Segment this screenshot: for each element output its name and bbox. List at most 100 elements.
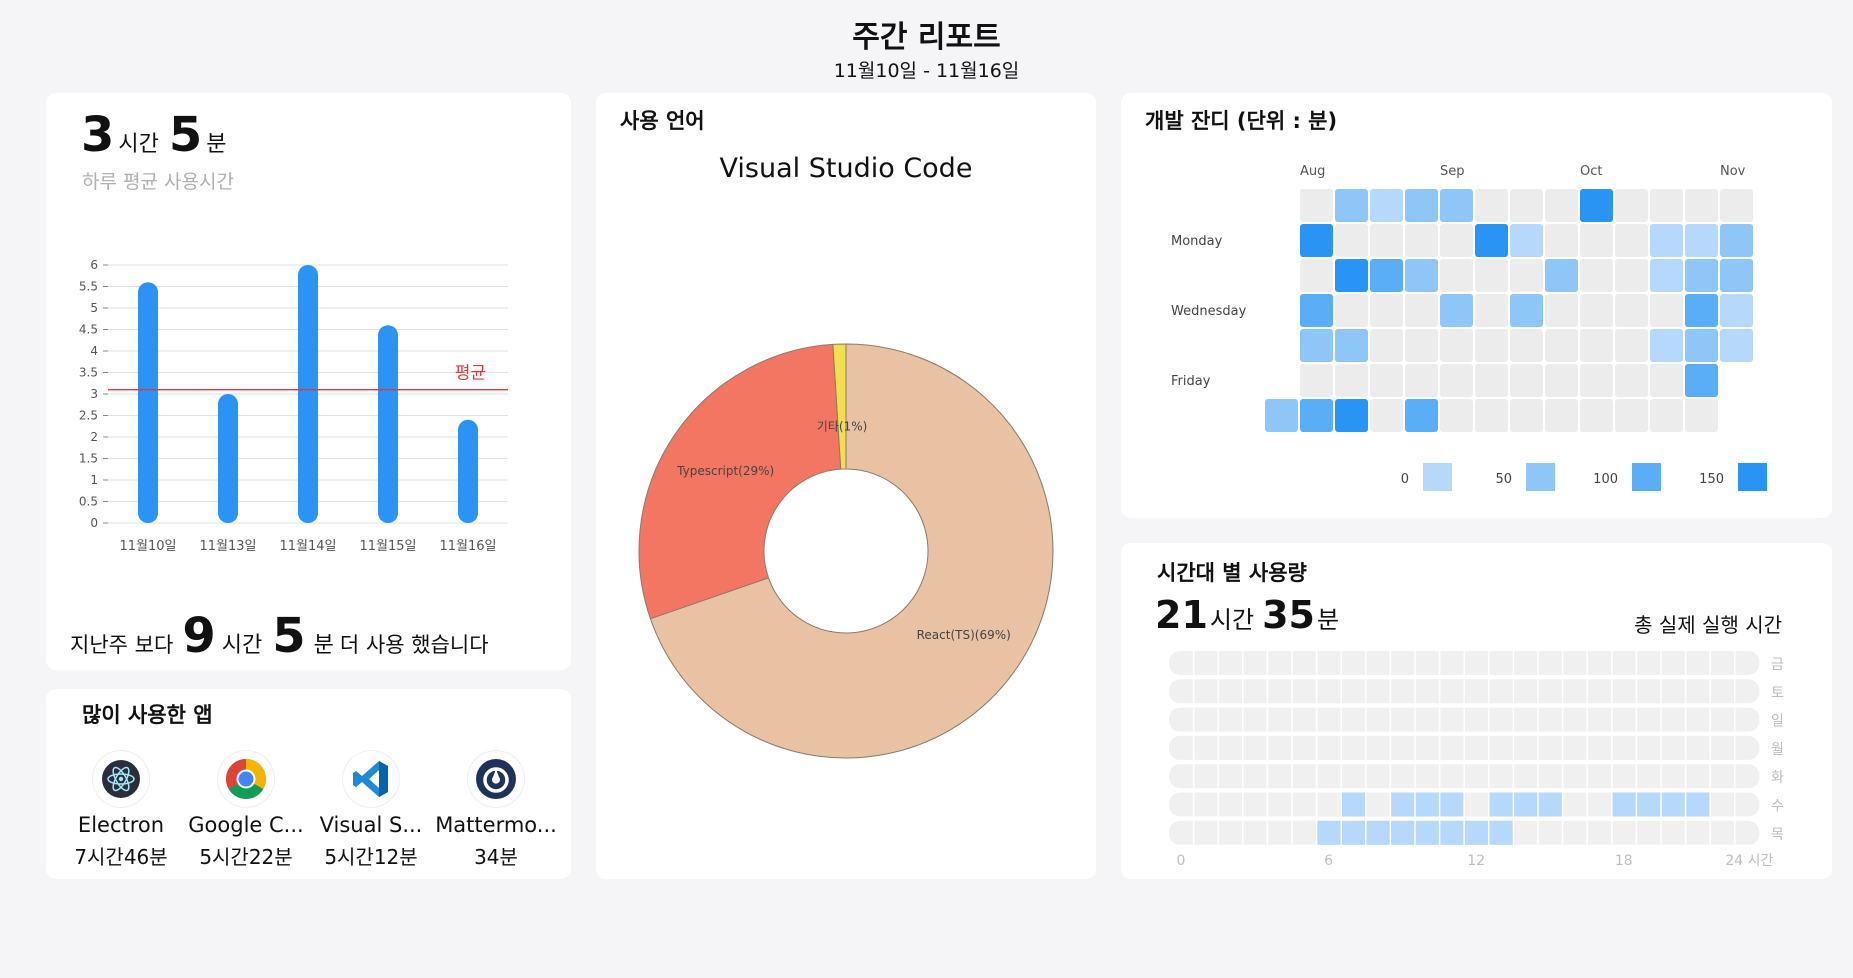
compare-hours: 9: [182, 608, 216, 664]
compare-prefix: 지난주 보다: [70, 633, 174, 657]
grass-cell: [1510, 399, 1543, 432]
grass-cell: [1615, 399, 1648, 432]
grass-cell: [1580, 329, 1613, 362]
legend-swatch: [1423, 463, 1452, 491]
month-label: Nov: [1720, 164, 1746, 179]
hour-cell-active: [1440, 820, 1464, 845]
grass-cell: [1580, 364, 1613, 397]
hour-cell-active: [1538, 792, 1562, 817]
legend-swatch: [1632, 463, 1661, 491]
languages-card: 사용 언어 Visual Studio Code React(TS)(69%) T…: [596, 93, 1096, 879]
grass-cell: [1580, 224, 1613, 257]
grass-cell: [1300, 224, 1333, 257]
grass-cell: [1335, 259, 1368, 292]
grass-cell: [1720, 294, 1753, 327]
hour-day-label: 금: [1771, 657, 1784, 673]
legend-label: 50: [1495, 472, 1512, 487]
y-tick-label: 5: [90, 301, 98, 315]
grass-cell: [1615, 259, 1648, 292]
grass-cell: [1370, 224, 1403, 257]
grass-cell: [1580, 259, 1613, 292]
y-tick-label: 1: [90, 473, 98, 487]
hour-x-tick: 24 시간: [1725, 853, 1773, 869]
compare-minutes: 5: [272, 608, 306, 664]
grass-cell: [1475, 189, 1508, 222]
app-item-electron[interactable]: Electron 7시간46분: [56, 751, 186, 870]
grass-cell: [1615, 364, 1648, 397]
grass-cell: [1545, 329, 1578, 362]
hour-day-label: 일: [1771, 714, 1784, 730]
grass-cell: [1405, 364, 1438, 397]
grass-cell: [1440, 329, 1473, 362]
grass-cell: [1405, 399, 1438, 432]
grass-cell: [1440, 189, 1473, 222]
y-tick-label: 0: [90, 516, 98, 530]
app-item-chrome[interactable]: Google C... 5시간22분: [181, 751, 311, 870]
grass-cell: [1300, 294, 1333, 327]
bar: [458, 419, 478, 523]
y-tick-label: 4: [90, 344, 98, 358]
hour-cell-active: [1514, 792, 1538, 817]
avg-label: 하루 평균 사용시간: [82, 171, 234, 193]
app-time: 5시간22분: [199, 845, 293, 869]
grass-cell: [1370, 364, 1403, 397]
grass-card: 개발 잔디 (단위 : 분) Aug Sep Oct Nov Monday Wednesd…: [1121, 93, 1832, 518]
hour-x-tick: 12: [1467, 853, 1485, 869]
grass-cell: [1685, 399, 1718, 432]
bar: [218, 394, 238, 523]
grass-cell: [1720, 329, 1753, 362]
hour-cell-active: [1391, 820, 1415, 845]
hour-cell-active: [1489, 820, 1513, 845]
app-item-vscode[interactable]: Visual S... 5시간12분: [306, 751, 436, 870]
grass-cell: [1510, 189, 1543, 222]
y-tick-label: 3.5: [79, 366, 98, 380]
grass-cell: [1335, 329, 1368, 362]
grass-cell: [1685, 329, 1718, 362]
hour-day-label: 월: [1771, 742, 1784, 758]
app-item-mattermost[interactable]: Mattermo... 34분: [431, 751, 561, 870]
legend-swatch: [1526, 463, 1555, 491]
grass-cell: [1545, 294, 1578, 327]
hour-cell-active: [1415, 792, 1439, 817]
grass-cell: [1405, 329, 1438, 362]
hour-cell-active: [1440, 792, 1464, 817]
hourly-heatmap: 금토일월화수목 0 6 12 18 24 시간: [1169, 651, 1784, 869]
month-label: Aug: [1300, 164, 1325, 179]
donut-label: Typescript(29%): [676, 464, 774, 478]
grass-cell: [1685, 259, 1718, 292]
average-label: 평균: [455, 364, 486, 384]
grass-heatmap: Aug Sep Oct Nov Monday Wednesday Friday 0 50 100 1…: [1171, 164, 1767, 491]
grass-cell: [1475, 329, 1508, 362]
grass-cell: [1475, 364, 1508, 397]
top-apps-title: 많이 사용한 앱: [82, 703, 213, 727]
legend-swatch: [1738, 463, 1767, 491]
hour-cell-active: [1391, 792, 1415, 817]
hourly-card: 시간대 별 사용량 21시간 35분 총 실제 실행 시간 금 토 일 월 화 수 목 0 6 12…: [1121, 543, 1832, 879]
language-donut-chart: React(TS)(69%) Typescript(29%) 기타(1%): [638, 343, 1054, 759]
date-range: 11월10일 - 11월16일: [833, 60, 1020, 82]
bar: [378, 325, 398, 523]
grass-cell: [1615, 189, 1648, 222]
grass-cell: [1650, 294, 1683, 327]
grass-cell: [1615, 329, 1648, 362]
grass-cell: [1475, 259, 1508, 292]
grass-cell: [1615, 224, 1648, 257]
app-name: Google C...: [188, 813, 304, 837]
grass-cell: [1510, 329, 1543, 362]
electron-icon: [93, 751, 149, 807]
hour-day-label: 수: [1771, 799, 1784, 815]
bar: [298, 265, 318, 523]
mattermost-icon: [468, 751, 524, 807]
grass-cell: [1650, 364, 1683, 397]
grass-cell: [1300, 329, 1333, 362]
donut-label: React(TS)(69%): [917, 628, 1011, 642]
grass-cell: [1335, 294, 1368, 327]
grass-cell: [1545, 259, 1578, 292]
donut-slice: [638, 343, 842, 620]
grass-cell: [1405, 224, 1438, 257]
compare-summary: 지난주 보다 9 시간 5 분 더 사용 했습니다: [70, 608, 489, 664]
grass-cell: [1300, 189, 1333, 222]
grass-cell: [1440, 294, 1473, 327]
day-label: Wednesday: [1171, 304, 1247, 319]
hour-day-label: 토: [1771, 685, 1784, 701]
